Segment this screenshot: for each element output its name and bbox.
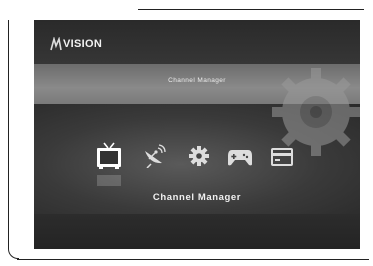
logo-mark-icon	[50, 37, 62, 51]
card-icon	[271, 148, 293, 166]
brand-logo: VISION	[50, 36, 102, 52]
bottom-bar	[34, 214, 360, 249]
tv-icon	[97, 142, 121, 169]
frame-top-line	[138, 9, 364, 10]
satellite-dish-icon	[145, 144, 166, 169]
tv-screen: VISION Channel Manager Channel Manager	[34, 20, 360, 249]
gamepad-icon	[228, 150, 252, 166]
menu-item-games[interactable]	[228, 148, 252, 171]
logo-text: VISION	[63, 38, 103, 50]
menu-item-satellite[interactable]	[142, 144, 166, 173]
tv-reflection	[97, 175, 121, 186]
menu-item-settings[interactable]	[189, 146, 209, 171]
gear-icon	[189, 146, 209, 166]
frame-bracket	[8, 20, 369, 260]
menu-item-card[interactable]	[271, 148, 293, 171]
selected-item-label: Channel Manager	[152, 192, 242, 203]
menu-item-tv[interactable]	[95, 142, 123, 186]
header-title: Channel Manager	[168, 77, 226, 84]
